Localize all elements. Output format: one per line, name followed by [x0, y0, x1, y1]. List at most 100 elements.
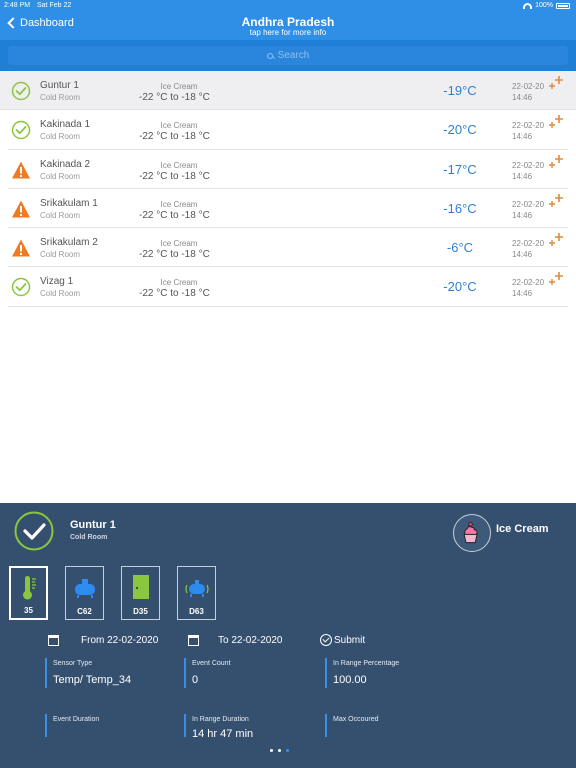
search-bar: Search — [0, 40, 576, 71]
battery-percent: 100% — [535, 2, 553, 9]
page-dot — [270, 749, 273, 752]
check-circle-icon — [11, 121, 31, 140]
product-name: Ice Cream — [160, 121, 198, 131]
add-plus-icon[interactable] — [547, 231, 565, 249]
room-name: Kakinada 2 — [40, 158, 91, 170]
calendar-icon[interactable] — [188, 635, 199, 646]
temp-range: -22 °C to -18 °C — [139, 249, 210, 261]
temp-range: -22 °C to -18 °C — [139, 92, 210, 103]
room-list: Guntur 1 Cold Room Ice Cream -22 °C to -… — [0, 71, 576, 307]
reading-time: 14:46 — [512, 132, 533, 142]
add-plus-icon[interactable] — [547, 192, 565, 210]
field-in-range-duration: In Range Duration 14 hr 47 min — [184, 714, 253, 737]
field-event-count: Event Count 0 — [184, 658, 231, 688]
product-name: Ice Cream — [160, 199, 198, 209]
status-bar: 2:48 PM Sat Feb 22 100% — [0, 2, 576, 12]
reading-time: 14:46 — [512, 289, 533, 299]
page-indicator[interactable] — [270, 749, 289, 752]
list-item[interactable]: Guntur 1 Cold Room Ice Cream -22 °C to -… — [0, 71, 576, 111]
search-icon — [266, 52, 273, 59]
list-item-content: Srikakulam 1 Cold Room Ice Cream -22 °C … — [8, 189, 568, 227]
warning-triangle-icon — [12, 239, 30, 257]
add-plus-icon[interactable] — [547, 113, 565, 131]
list-item[interactable]: Kakinada 1 Cold Room Ice Cream -22 °C to… — [8, 110, 568, 150]
field-value: 100.00 — [333, 674, 367, 686]
submit-label: Submit — [334, 634, 366, 646]
field-label: Max Occoured — [333, 716, 379, 723]
sensor-label: C62 — [77, 607, 92, 616]
list-item[interactable]: Kakinada 2 Cold Room Ice Cream -22 °C to… — [8, 150, 568, 189]
add-plus-icon[interactable] — [547, 153, 565, 171]
list-item[interactable]: Srikakulam 1 Cold Room Ice Cream -22 °C … — [8, 189, 568, 229]
current-temp: -6°C — [446, 240, 474, 256]
calendar-icon[interactable] — [48, 635, 59, 646]
to-date[interactable]: To 22-02-2020 — [218, 635, 283, 646]
check-circle-icon — [14, 511, 54, 551]
current-temp: -20°C — [443, 122, 477, 138]
field-value: 14 hr 47 min — [192, 728, 254, 737]
reading-date: 22-02-20 — [512, 160, 545, 170]
field-value: 0 — [192, 674, 199, 686]
reading-time: 14:46 — [512, 93, 533, 102]
panel-room-name: Guntur 1 — [70, 519, 116, 531]
list-item[interactable]: Srikakulam 2 Cold Room Ice Cream -22 °C … — [8, 228, 568, 268]
reading-date: 22-02-20 — [512, 278, 545, 288]
check-circle-icon — [11, 278, 31, 297]
field-label: In Range Percentage — [333, 660, 400, 667]
current-temp: -16°C — [443, 200, 477, 216]
room-type: Cold Room — [40, 93, 81, 102]
search-input[interactable]: Search — [8, 46, 568, 65]
thermometer-icon — [23, 576, 36, 600]
field-label: Event Duration — [53, 716, 100, 723]
room-name: Guntur 1 — [40, 80, 79, 91]
reading-time: 14:46 — [512, 250, 533, 260]
warning-triangle-icon — [12, 200, 30, 218]
room-type: Cold Room — [40, 289, 81, 299]
current-temp: -20°C — [443, 279, 477, 295]
temp-range: -22 °C to -18 °C — [139, 170, 210, 182]
compressor-icon — [75, 579, 95, 598]
field-sensor-type: Sensor Type Temp/ Temp_34 — [45, 658, 131, 688]
room-name: Kakinada 1 — [40, 119, 91, 131]
reading-date: 22-02-20 — [512, 82, 545, 91]
status-right: 100% — [523, 2, 570, 9]
list-item-content: Kakinada 1 Cold Room Ice Cream -22 °C to… — [8, 110, 568, 148]
add-plus-icon[interactable] — [547, 270, 565, 288]
sensor-tiles: 35 C62 D35 D63 — [9, 566, 216, 620]
ice-cream-graphic — [463, 522, 478, 544]
reading-date: 22-02-20 — [512, 121, 545, 131]
panel-product: Ice Cream — [496, 523, 549, 535]
reading-date: 22-02-20 — [512, 239, 545, 249]
field-value: Temp/ Temp_34 — [53, 674, 132, 686]
page-subtitle[interactable]: tap here for more info — [0, 28, 576, 37]
check-circle-icon — [11, 81, 31, 101]
list-item-content: Guntur 1 Cold Room Ice Cream -22 °C to -… — [8, 71, 576, 109]
sensor-label: 35 — [24, 606, 33, 615]
page-title[interactable]: Andhra Pradesh — [0, 15, 576, 29]
sensor-tile-compressor[interactable]: C62 — [65, 566, 104, 620]
sensor-tile-door[interactable]: D35 — [121, 566, 160, 620]
add-plus-icon[interactable] — [547, 74, 565, 92]
field-max-occured: Max Occoured — [325, 714, 379, 737]
product-name: Ice Cream — [160, 160, 198, 170]
room-type: Cold Room — [40, 250, 81, 260]
field-label: Sensor Type — [53, 660, 93, 667]
reading-time: 14:46 — [512, 171, 533, 181]
reading-time: 14:46 — [512, 210, 533, 220]
date-filter: From 22-02-2020 To 22-02-2020 Submit — [46, 634, 566, 650]
list-item[interactable]: Vizag 1 Cold Room Ice Cream -22 °C to -1… — [8, 267, 568, 307]
product-name: Ice Cream — [160, 82, 198, 91]
submit-button[interactable]: Submit — [320, 634, 365, 646]
sensor-tile-temperature[interactable]: 35 — [9, 566, 48, 620]
from-date[interactable]: From 22-02-2020 — [81, 635, 158, 646]
sensor-tile-compressor-vibration[interactable]: D63 — [177, 566, 216, 620]
product-name: Ice Cream — [160, 239, 198, 249]
list-item-content: Srikakulam 2 Cold Room Ice Cream -22 °C … — [8, 228, 568, 266]
room-name: Srikakulam 2 — [40, 237, 98, 249]
field-in-range-percentage: In Range Percentage 100.00 — [325, 658, 399, 688]
compressor-vibration-icon — [185, 580, 209, 597]
room-type: Cold Room — [40, 132, 81, 142]
temp-range: -22 °C to -18 °C — [139, 131, 210, 143]
sensor-label: D35 — [133, 607, 148, 616]
check-circle-icon — [320, 634, 332, 646]
